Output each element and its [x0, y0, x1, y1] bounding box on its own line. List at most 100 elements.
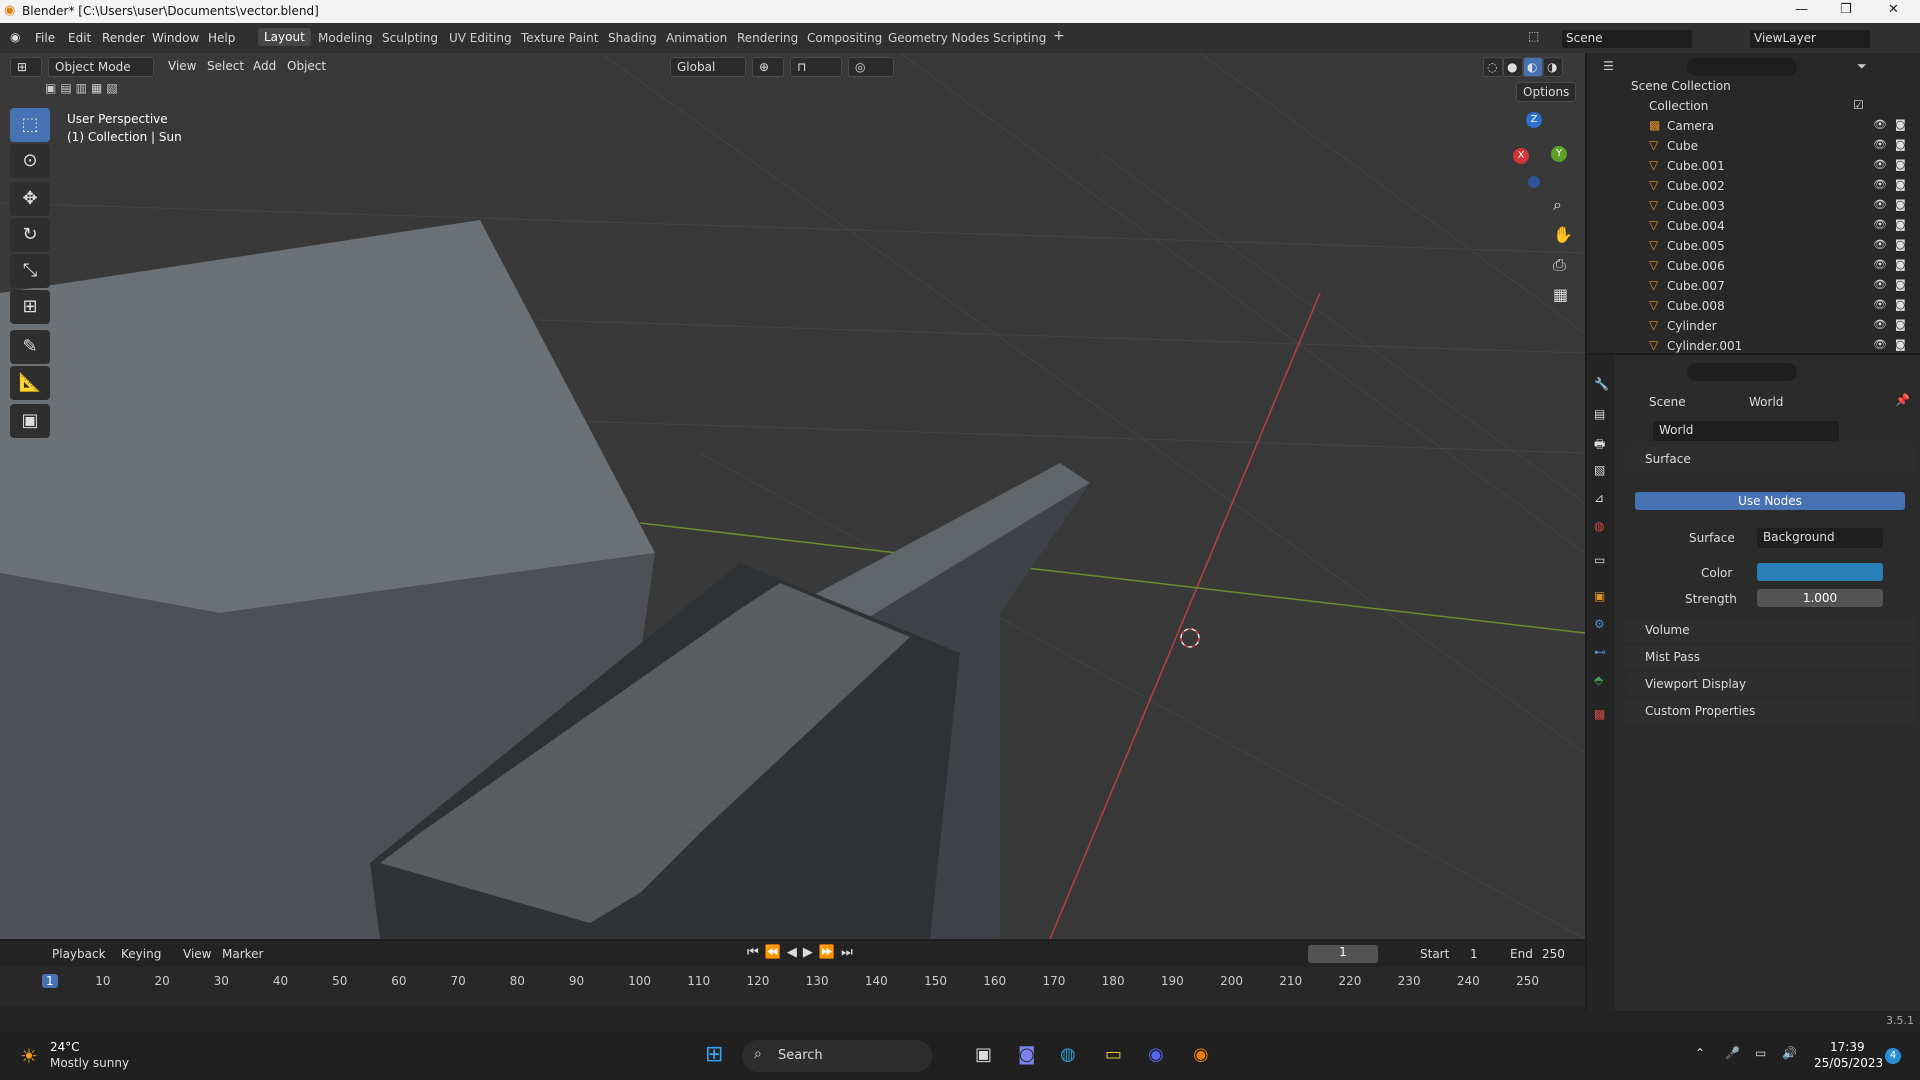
tab-texture-paint[interactable]: Texture Paint: [521, 31, 598, 45]
modifier-tab-icon[interactable]: ⚙: [1594, 617, 1605, 631]
select-box-modes[interactable]: ▣▤▥▦▧: [45, 81, 122, 95]
menu-select[interactable]: Select: [207, 59, 244, 73]
gizmo-neg-z[interactable]: [1528, 176, 1540, 188]
add-workspace-icon[interactable]: +: [1053, 28, 1065, 44]
weather-temp[interactable]: 24°C: [50, 1040, 80, 1054]
tab-layout[interactable]: Layout: [258, 28, 311, 46]
menu-timeline-view[interactable]: View: [183, 947, 211, 961]
weather-icon[interactable]: ☀: [20, 1044, 38, 1068]
render-camera-icon[interactable]: ◙: [1895, 118, 1906, 131]
minimize-button[interactable]: —: [1795, 2, 1808, 17]
menu-help[interactable]: Help: [208, 31, 235, 45]
outliner-item[interactable]: ▽ Cylinder.001 👁 ◙: [1587, 336, 1920, 356]
visibility-eye-icon[interactable]: 👁: [1873, 278, 1887, 291]
menu-view[interactable]: View: [168, 59, 196, 73]
data-tab-icon[interactable]: ⬘: [1594, 673, 1603, 687]
maximize-button[interactable]: ❐: [1840, 2, 1852, 17]
options-dropdown[interactable]: Options: [1516, 82, 1576, 102]
volume-section[interactable]: Volume: [1625, 618, 1915, 642]
gizmo-x[interactable]: X: [1513, 148, 1529, 164]
render-camera-icon[interactable]: ◙: [1895, 318, 1906, 331]
properties-panel[interactable]: 🔧 ▤ 🖶 ▧ ⊿ ◍ ▭ ▣ ⚙ ⊷ ⬘ ▩ Scene World 📌 Wo…: [1587, 355, 1920, 1011]
render-camera-icon[interactable]: ◙: [1895, 338, 1906, 351]
visibility-eye-icon[interactable]: 👁: [1873, 238, 1887, 251]
visibility-eye-icon[interactable]: 👁: [1873, 178, 1887, 191]
outliner-scene-collection[interactable]: Scene Collection: [1587, 76, 1920, 96]
pin-icon[interactable]: 📌: [1895, 393, 1910, 407]
constraint-tab-icon[interactable]: ⊷: [1594, 645, 1606, 659]
render-camera-icon[interactable]: ◙: [1895, 138, 1906, 151]
outliner-item[interactable]: ▽ Cube.004 👁 ◙: [1587, 216, 1920, 236]
frame-ruler[interactable]: 1 10 20 30 40 50 60 70 80 90 100 110 120 130 140 150 160…: [0, 967, 1585, 1007]
outliner-item[interactable]: ▽ Cube.003 👁 ◙: [1587, 196, 1920, 216]
move-tool[interactable]: ✥: [10, 182, 50, 216]
object-mode-dropdown[interactable]: Object Mode: [48, 57, 154, 77]
outliner-item[interactable]: ▽ Cube.005 👁 ◙: [1587, 236, 1920, 256]
visibility-eye-icon[interactable]: 👁: [1873, 118, 1887, 131]
rotate-tool[interactable]: ↻: [10, 218, 50, 252]
notification-badge[interactable]: 4: [1885, 1048, 1901, 1064]
menu-playback[interactable]: Playback: [52, 947, 106, 961]
menu-object[interactable]: Object: [287, 59, 326, 73]
clock-date[interactable]: 25/05/2023: [1814, 1056, 1883, 1070]
gizmo-z[interactable]: Z: [1526, 112, 1542, 128]
tab-uv-editing[interactable]: UV Editing: [449, 31, 512, 45]
menu-add[interactable]: Add: [253, 59, 276, 73]
visibility-eye-icon[interactable]: 👁: [1873, 138, 1887, 151]
texture-tab-icon[interactable]: ▩: [1594, 707, 1605, 721]
render-camera-icon[interactable]: ◙: [1895, 258, 1906, 271]
playback-controls[interactable]: ⏮⏪◀▶⏩⏭: [747, 945, 859, 960]
collection-tab-icon[interactable]: ▭: [1594, 553, 1605, 567]
blender-menu-icon[interactable]: ◉: [10, 30, 20, 44]
tab-shading[interactable]: Shading: [608, 31, 657, 45]
strength-field[interactable]: 1.000: [1757, 589, 1883, 607]
tab-rendering[interactable]: Rendering: [737, 31, 798, 45]
world-name-field[interactable]: World: [1653, 421, 1839, 441]
cursor-tool[interactable]: ⊙: [10, 144, 50, 178]
tab-geometry-nodes[interactable]: Geometry Nodes: [888, 31, 989, 45]
outliner-item[interactable]: ▽ Cube.006 👁 ◙: [1587, 256, 1920, 276]
render-camera-icon[interactable]: ◙: [1895, 218, 1906, 231]
mist-pass-section[interactable]: Mist Pass: [1625, 645, 1915, 669]
tab-scripting[interactable]: Scripting: [993, 31, 1046, 45]
filter-icon[interactable]: ⏷: [1857, 59, 1867, 74]
editor-type-icon[interactable]: ⊞: [10, 57, 42, 77]
menu-marker[interactable]: Marker: [222, 947, 263, 961]
task-view-icon[interactable]: ▣: [975, 1044, 992, 1065]
collection-checkbox-icon[interactable]: ☑: [1853, 98, 1864, 112]
start-field[interactable]: 1: [1470, 947, 1478, 961]
outliner-item[interactable]: ▩ Camera 👁 ◙: [1587, 116, 1920, 136]
outliner-display-mode-icon[interactable]: ☰: [1603, 59, 1614, 73]
render-camera-icon[interactable]: ◙: [1895, 238, 1906, 251]
scale-tool[interactable]: ⤡: [10, 254, 50, 288]
gizmo-y[interactable]: Y: [1551, 146, 1567, 162]
tab-modeling[interactable]: Modeling: [318, 31, 373, 45]
render-camera-icon[interactable]: ◙: [1895, 158, 1906, 171]
surface-section-header[interactable]: Surface: [1625, 447, 1915, 471]
select-box-tool[interactable]: ⬚: [10, 108, 50, 142]
menu-window[interactable]: Window: [152, 31, 199, 45]
viewport-scene[interactable]: [0, 53, 1585, 939]
outliner-collection[interactable]: Collection ☑: [1587, 96, 1920, 116]
render-tab-icon[interactable]: ▤: [1594, 407, 1605, 421]
menu-edit[interactable]: Edit: [68, 31, 91, 45]
outliner-item[interactable]: ▽ Cube.002 👁 ◙: [1587, 176, 1920, 196]
tool-tab-icon[interactable]: 🔧: [1594, 377, 1609, 391]
transform-orientation-dropdown[interactable]: Global: [670, 57, 746, 77]
outliner-item[interactable]: ▽ Cube.008 👁 ◙: [1587, 296, 1920, 316]
custom-properties-section[interactable]: Custom Properties: [1625, 699, 1915, 723]
viewport-shading-material-icon[interactable]: ◐: [1523, 57, 1543, 77]
zoom-icon[interactable]: ⌕: [1553, 195, 1562, 215]
pan-hand-icon[interactable]: ✋: [1553, 225, 1573, 244]
color-swatch[interactable]: [1757, 563, 1883, 581]
3d-viewport[interactable]: User Perspective (1) Collection | Sun Z …: [0, 53, 1585, 939]
proportional-edit-icon[interactable]: ◎: [848, 57, 894, 77]
annotate-tool[interactable]: ✎: [10, 330, 50, 364]
outliner-item[interactable]: ▽ Cylinder 👁 ◙: [1587, 316, 1920, 336]
viewport-shading-wire-icon[interactable]: ◌: [1483, 57, 1503, 77]
clock-time[interactable]: 17:39: [1830, 1040, 1865, 1054]
surface-value-field[interactable]: Background: [1757, 528, 1883, 548]
close-button[interactable]: ✕: [1888, 2, 1899, 17]
outliner-panel[interactable]: ☰ ⏷ Scene Collection Collection ☑ ▩ Camer…: [1587, 53, 1920, 353]
visibility-eye-icon[interactable]: 👁: [1873, 158, 1887, 171]
